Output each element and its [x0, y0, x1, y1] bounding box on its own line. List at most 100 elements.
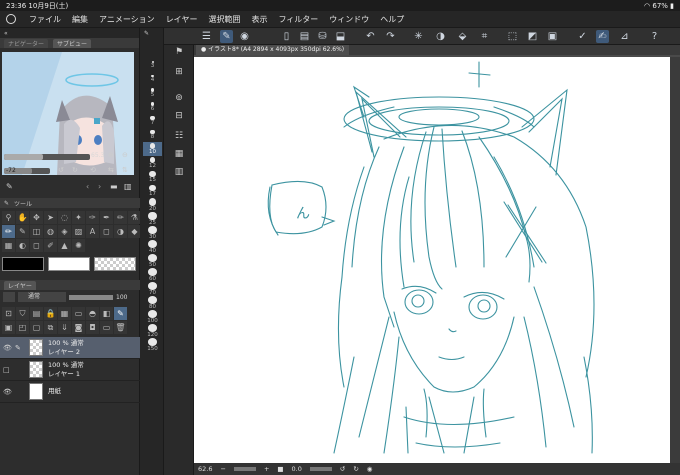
view-icon[interactable]: ◉ [238, 30, 251, 43]
book-icon[interactable]: ▥ [172, 165, 186, 179]
menu-selection[interactable]: 選択範囲 [208, 14, 240, 25]
eyedropper-icon[interactable]: ✎ [6, 182, 13, 191]
tab-layer[interactable]: レイヤー [4, 280, 36, 290]
app-logo-icon[interactable] [6, 14, 16, 24]
pen-tool-icon[interactable]: ✒ [100, 211, 113, 224]
correct-line-icon[interactable]: ◻ [30, 239, 43, 252]
zoom-minus-icon[interactable]: − [220, 465, 225, 473]
brush-size-item[interactable]: 17 [143, 184, 162, 198]
blend-mode-select[interactable]: 通常 [18, 292, 66, 302]
duplicate-icon[interactable]: ▭ [100, 321, 113, 334]
draft-icon[interactable]: ▤ [30, 307, 43, 320]
new-raster-icon[interactable]: ▣ [2, 321, 15, 334]
text-tool-icon[interactable]: A [86, 225, 99, 238]
layer-row-paper[interactable]: 👁 用紙 [0, 381, 140, 403]
rotate-right-icon[interactable]: ↻ [72, 166, 78, 174]
brush-size-item[interactable]: 40 [143, 240, 162, 254]
zoom-in-icon[interactable]: ⊕ [108, 151, 114, 159]
zoom-bar[interactable] [233, 467, 256, 471]
tab-navigator[interactable]: ナビゲーター [4, 38, 49, 48]
new-file-icon[interactable]: ▯ [280, 30, 293, 43]
liquify-icon[interactable]: ▲ [58, 239, 71, 252]
ruler-icon[interactable]: ⊿ [618, 30, 631, 43]
menu-window[interactable]: ウィンドウ [329, 14, 369, 25]
new-vector-icon[interactable]: ◰ [16, 321, 29, 334]
sublayer-icon[interactable]: ⊟ [172, 109, 186, 123]
magic-wand-icon[interactable]: ✦ [72, 211, 85, 224]
menu-layer[interactable]: レイヤー [166, 14, 198, 25]
lasso-tool-icon[interactable]: ◌ [58, 211, 71, 224]
zoom-plus-icon[interactable]: + [264, 465, 269, 473]
brush-tool-icon[interactable]: ⚑ [172, 45, 186, 59]
gradient-tool-icon[interactable]: ▨ [72, 225, 85, 238]
menu-view[interactable]: 表示 [251, 14, 267, 25]
brush-size-item[interactable]: 100 [143, 310, 162, 324]
fill-tool-icon[interactable]: ◈ [58, 225, 71, 238]
save-icon[interactable]: ⛁ [316, 30, 329, 43]
quick-access-icon[interactable]: ✎ [220, 30, 233, 43]
menu-file[interactable]: ファイル [29, 14, 61, 25]
table-icon[interactable]: ▦ [172, 147, 186, 161]
brush-size-item[interactable]: 3 [143, 58, 162, 72]
brush-size-item[interactable]: 5 [143, 86, 162, 100]
edit-tool-icon[interactable]: ✐ [44, 239, 57, 252]
visibility-eye-icon[interactable]: 👁 [3, 344, 13, 352]
trash-icon[interactable]: 🗑 [114, 321, 127, 334]
help-icon[interactable]: ? [648, 30, 661, 43]
frame-tool-icon[interactable]: ▦ [2, 239, 15, 252]
sub-color-swatch[interactable] [48, 257, 90, 271]
list-icon[interactable]: ☷ [172, 129, 186, 143]
brush-size-item[interactable]: 60 [143, 268, 162, 282]
transparent-swatch[interactable] [94, 257, 136, 271]
lock-icon[interactable]: 🔒 [44, 307, 57, 320]
canvas-scrollbar[interactable] [670, 57, 680, 463]
fit-icon[interactable]: ■ [277, 465, 283, 473]
delete-icon[interactable]: ▥ [124, 182, 132, 191]
main-color-swatch[interactable] [2, 257, 44, 271]
pencil-tool-icon[interactable]: ✏ [114, 211, 127, 224]
alpha-lock-icon[interactable]: ▦ [58, 307, 71, 320]
next-icon[interactable]: › [98, 182, 101, 191]
move-tool-icon[interactable]: ✥ [30, 211, 43, 224]
redo-icon[interactable]: ↷ [384, 30, 397, 43]
merge-icon[interactable]: ⧉ [44, 321, 57, 334]
loading-icon[interactable]: ✳ [412, 30, 425, 43]
brush-size-item[interactable]: 50 [143, 254, 162, 268]
balloon-tool-icon[interactable]: ◑ [114, 225, 127, 238]
angle-bar[interactable] [309, 467, 332, 471]
hand-tool-icon[interactable]: ✋ [16, 211, 29, 224]
export-icon[interactable]: ⬓ [334, 30, 347, 43]
brush-size-item[interactable]: 70 [143, 282, 162, 296]
brush-size-item[interactable]: 7 [143, 114, 162, 128]
ref-layer-icon[interactable]: ⛉ [16, 307, 29, 320]
rotate-ccw-icon[interactable]: ↺ [340, 465, 345, 473]
undo-icon[interactable]: ↶ [364, 30, 377, 43]
reset-rotation-icon[interactable]: ⟲ [90, 166, 96, 174]
brush-size-item[interactable]: 120 [143, 324, 162, 338]
palette-icon[interactable]: ◓ [86, 307, 99, 320]
menu-animation[interactable]: アニメーション [99, 14, 155, 25]
folder-icon[interactable]: ▬ [110, 182, 118, 191]
flip-icon[interactable]: ⇆ [108, 166, 114, 174]
transfer-icon[interactable]: ⇓ [58, 321, 71, 334]
eyedrop-tool-icon[interactable]: ✑ [86, 211, 99, 224]
deselect-icon[interactable]: ⬚ [506, 30, 519, 43]
check-icon[interactable]: ✓ [576, 30, 589, 43]
rotate-left-icon[interactable]: ↺ [58, 166, 64, 174]
menu-icon[interactable]: ☰ [200, 30, 213, 43]
figure-tool-icon[interactable]: ◻ [100, 225, 113, 238]
tab-subview[interactable]: サブビュー [53, 38, 92, 48]
layer-row-1[interactable]: □ 100 % 通常 レイヤー 1 [0, 359, 140, 381]
layer-prop-icon[interactable] [3, 292, 15, 302]
new-folder-icon[interactable]: ▢ [30, 321, 43, 334]
reset-view-icon[interactable]: ◉ [367, 465, 373, 473]
layer-color-icon[interactable]: ✎ [114, 307, 127, 320]
brush-size-item[interactable]: 15 [143, 170, 162, 184]
menu-edit[interactable]: 編集 [72, 14, 88, 25]
layer-row-2[interactable]: 👁 ✎ 100 % 通常 レイヤー 2 [0, 337, 140, 359]
brush-size-item[interactable]: 8 [143, 128, 162, 142]
transform-icon[interactable]: ⊞ [172, 65, 186, 79]
mask-add-icon[interactable]: ◙ [72, 321, 85, 334]
layer-props-icon[interactable]: ⊚ [172, 91, 186, 105]
operation-tool-icon[interactable]: ➤ [44, 211, 57, 224]
